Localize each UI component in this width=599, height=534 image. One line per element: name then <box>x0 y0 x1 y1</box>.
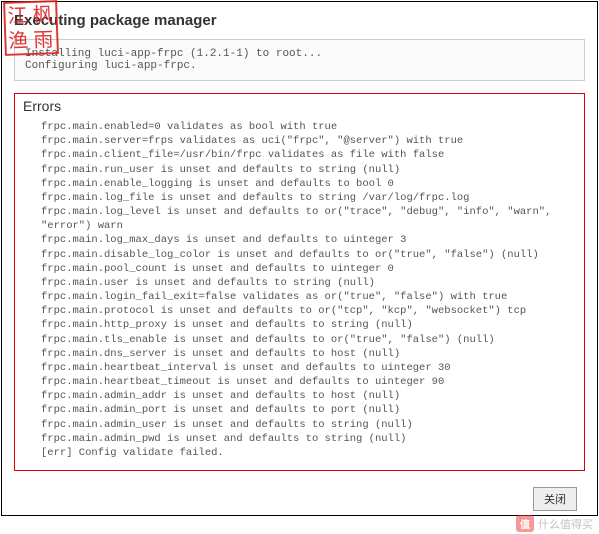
errors-output: frpc.main.enabled=0 validates as bool wi… <box>23 120 576 460</box>
watermark-badge: 值 <box>516 515 534 532</box>
site-watermark: 值 什么值得买 <box>516 515 593 532</box>
watermark-text: 什么值得买 <box>538 516 593 532</box>
dialog-frame: Executing package manager Installing luc… <box>1 1 598 516</box>
close-button[interactable]: 关闭 <box>533 487 577 511</box>
install-output: Installing luci-app-frpc (1.2.1-1) to ro… <box>14 39 585 81</box>
page-title: Executing package manager <box>14 12 585 29</box>
errors-heading: Errors <box>23 98 576 114</box>
errors-panel: Errors frpc.main.enabled=0 validates as … <box>14 93 585 471</box>
